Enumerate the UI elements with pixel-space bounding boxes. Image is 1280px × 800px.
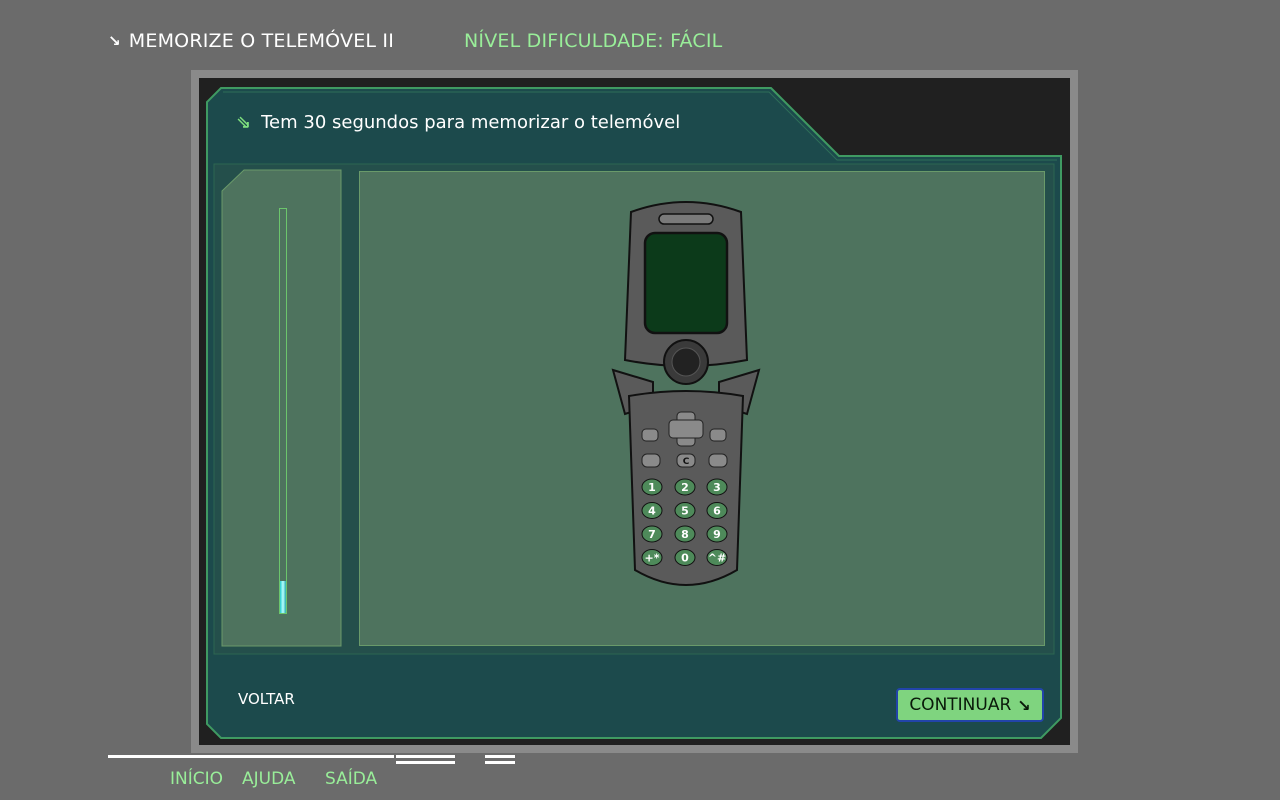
key-label: 1 bbox=[648, 481, 656, 494]
phone-speaker bbox=[658, 213, 714, 225]
divider-line bbox=[396, 761, 455, 764]
timer-fill bbox=[280, 580, 286, 613]
divider-line bbox=[485, 755, 515, 758]
nav-ajuda[interactable]: AJUDA bbox=[242, 769, 296, 789]
key-label: 7 bbox=[648, 528, 656, 541]
end-call-icon[interactable] bbox=[708, 453, 728, 468]
key-label: 9 bbox=[713, 528, 721, 541]
back-button[interactable]: VOLTAR bbox=[238, 690, 295, 708]
nav-inicio[interactable]: INÍCIO bbox=[170, 769, 223, 789]
divider-line bbox=[485, 761, 515, 764]
clear-key-label: C bbox=[683, 457, 690, 467]
phone-screen bbox=[643, 231, 729, 335]
flip-phone: C 1 2 3 4 5 6 7 8 9 +* 0 ^# bbox=[611, 201, 761, 586]
continue-button[interactable]: CONTINUAR ↘ bbox=[896, 688, 1044, 722]
nav-saida[interactable]: SAÍDA bbox=[325, 769, 377, 789]
mail-icon[interactable] bbox=[709, 428, 727, 442]
timer-bar bbox=[279, 208, 287, 614]
key-label: 6 bbox=[713, 505, 721, 518]
key-label: 2 bbox=[681, 481, 689, 494]
key-label: 5 bbox=[681, 505, 689, 518]
menu-icon[interactable] bbox=[641, 428, 659, 442]
instruction: ⇘ Tem 30 segundos para memorizar o telem… bbox=[236, 112, 680, 133]
divider-line bbox=[108, 755, 394, 758]
key-label: 0 bbox=[681, 552, 689, 565]
key-label: 4 bbox=[648, 505, 656, 518]
app-title-text: MEMORIZE O TELEMÓVEL II bbox=[128, 30, 395, 52]
arrow-down-right-icon: ↘ bbox=[108, 32, 121, 50]
double-arrow-down-right-icon: ⇘ bbox=[236, 112, 252, 133]
key-label: ^# bbox=[708, 552, 726, 565]
key-label: +* bbox=[645, 552, 660, 565]
divider-line bbox=[396, 755, 455, 758]
app-title: ↘ MEMORIZE O TELEMÓVEL II bbox=[108, 30, 394, 52]
instruction-text: Tem 30 segundos para memorizar o telemóv… bbox=[261, 112, 681, 133]
key-label: 3 bbox=[713, 481, 721, 494]
arrow-down-right-icon: ↘ bbox=[1017, 695, 1031, 715]
key-label: 8 bbox=[681, 528, 689, 541]
difficulty-level: NÍVEL DIFICULDADE: FÁCIL bbox=[464, 30, 723, 52]
continue-label: CONTINUAR bbox=[909, 695, 1012, 715]
call-icon[interactable] bbox=[641, 453, 661, 468]
